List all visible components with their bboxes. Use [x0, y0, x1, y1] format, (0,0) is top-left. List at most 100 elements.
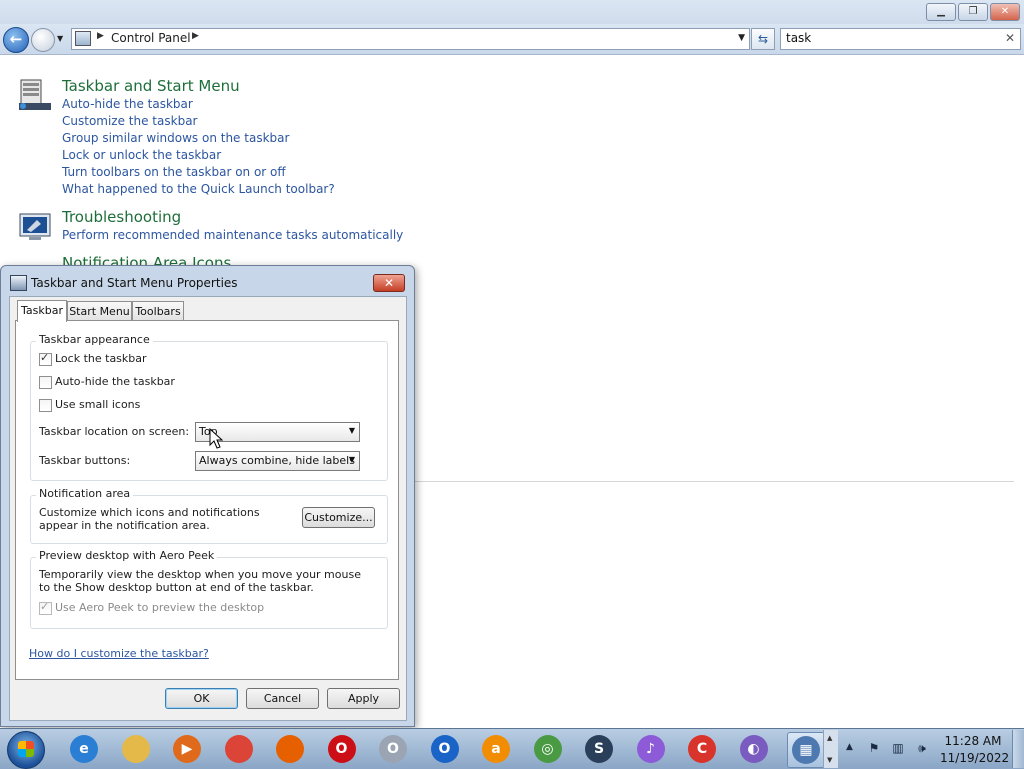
taskbar-app-torrent[interactable]: ◐: [736, 732, 772, 766]
scroll-down-icon[interactable]: ▼: [827, 756, 832, 764]
result-title-troubleshooting[interactable]: Troubleshooting: [62, 208, 181, 226]
auto-hide-label: Auto-hide the taskbar: [55, 375, 175, 388]
opera-icon: O: [327, 735, 356, 763]
chevron-down-icon: ▼: [348, 455, 355, 464]
divider: [414, 481, 1014, 482]
small-icons-checkbox[interactable]: [39, 399, 52, 412]
opera-gx-icon: O: [430, 735, 459, 763]
close-window-button[interactable]: ✕: [990, 3, 1020, 21]
link-toolbars[interactable]: Turn toolbars on the taskbar on or off: [62, 165, 286, 179]
link-auto-hide[interactable]: Auto-hide the taskbar: [62, 97, 193, 111]
firefox-icon: [276, 735, 304, 763]
volume-icon[interactable]: 🕪: [914, 741, 930, 755]
close-icon: ✕: [1000, 6, 1010, 17]
windows-explorer-icon: [121, 735, 150, 763]
taskbar-app-steam[interactable]: S: [581, 732, 617, 766]
ok-button[interactable]: OK: [165, 688, 238, 709]
action-center-icon[interactable]: ⚑: [866, 741, 882, 755]
customize-button[interactable]: Customize...: [302, 507, 375, 528]
globe-app-icon: ◎: [533, 735, 562, 763]
window-title-bar: [0, 0, 1024, 24]
taskbar-app-opera-neon[interactable]: O: [375, 732, 411, 766]
show-hidden-icons-button[interactable]: ▲: [846, 742, 853, 752]
cancel-button[interactable]: Cancel: [246, 688, 319, 709]
address-dropdown-icon[interactable]: ▼: [738, 33, 745, 43]
aero-peek-checkbox[interactable]: [39, 600, 52, 615]
troubleshooting-icon: [19, 213, 51, 240]
taskbar-properties-dialog: Taskbar and Start Menu Properties ✕ Task…: [0, 265, 415, 727]
address-bar[interactable]: ▶ Control Panel ▶ ▼: [71, 28, 750, 50]
buttons-label: Taskbar buttons:: [39, 454, 131, 467]
history-dropdown-icon[interactable]: ▼: [57, 34, 63, 43]
taskbar-app-media-player[interactable]: ▶: [169, 732, 205, 766]
taskbar-app-control-panel[interactable]: ▦: [787, 732, 825, 768]
taskbar-clock[interactable]: 11:28 AM 11/19/2022: [940, 733, 1010, 767]
help-link[interactable]: How do I customize the taskbar?: [29, 647, 209, 660]
group-label-appearance: Taskbar appearance: [36, 333, 153, 346]
dialog-close-button[interactable]: ✕: [373, 274, 405, 292]
internet-explorer-icon: e: [70, 735, 98, 763]
itunes-icon: ♪: [636, 735, 665, 763]
taskbar-app-firefox[interactable]: [272, 732, 308, 766]
refresh-button[interactable]: ⇆: [751, 28, 775, 50]
steam-icon: S: [585, 735, 613, 763]
breadcrumb-control-panel[interactable]: Control Panel: [111, 31, 191, 45]
taskbar-app-avast[interactable]: a: [478, 732, 514, 766]
show-desktop-button[interactable]: [1012, 730, 1024, 768]
breadcrumb-separator-icon[interactable]: ▶: [192, 31, 199, 41]
taskbar-app-opera[interactable]: O: [324, 732, 360, 766]
restore-icon: ❐: [968, 6, 978, 17]
aero-description: Temporarily view the desktop when you mo…: [39, 568, 361, 594]
chrome-icon: [224, 735, 253, 763]
lock-taskbar-label: Lock the taskbar: [55, 352, 147, 365]
ccleaner-icon: C: [688, 735, 716, 763]
avast-icon: a: [482, 735, 510, 763]
taskbar-icon: [19, 79, 51, 110]
clock-date: 11/19/2022: [940, 751, 1010, 765]
mouse-cursor-icon: [209, 428, 223, 449]
close-icon: ✕: [383, 276, 395, 290]
taskbar-app-windows-explorer[interactable]: [118, 732, 154, 766]
notification-description: Customize which icons and notifications …: [39, 506, 260, 532]
control-panel-icon: ▦: [792, 736, 820, 764]
tab-taskbar[interactable]: Taskbar: [17, 300, 67, 322]
link-customize[interactable]: Customize the taskbar: [62, 114, 197, 128]
taskbar-app-globe-app[interactable]: ◎: [530, 732, 566, 766]
location-label: Taskbar location on screen:: [39, 425, 190, 438]
taskbar-app-internet-explorer[interactable]: e: [66, 732, 102, 766]
taskbar-app-itunes[interactable]: ♪: [633, 732, 669, 766]
taskbar-scroll[interactable]: ▲ ▼: [823, 730, 838, 768]
result-title-taskbar[interactable]: Taskbar and Start Menu: [62, 77, 240, 95]
clear-search-icon[interactable]: ✕: [1005, 31, 1015, 45]
tab-start-menu[interactable]: Start Menu: [67, 301, 132, 321]
taskbar-app-ccleaner[interactable]: C: [684, 732, 720, 766]
buttons-select[interactable]: Always combine, hide labels ▼: [195, 451, 360, 471]
link-lock-unlock[interactable]: Lock or unlock the taskbar: [62, 148, 221, 162]
apply-button[interactable]: Apply: [327, 688, 400, 709]
minimize-button[interactable]: ▁: [926, 3, 956, 21]
link-maintenance[interactable]: Perform recommended maintenance tasks au…: [62, 228, 403, 242]
auto-hide-checkbox[interactable]: [39, 376, 52, 389]
minimize-icon: ▁: [937, 6, 945, 17]
search-input[interactable]: [786, 30, 996, 46]
aero-peek-label: Use Aero Peek to preview the desktop: [55, 601, 265, 614]
taskbar-app-chrome[interactable]: [221, 732, 257, 766]
media-player-icon: ▶: [173, 735, 201, 763]
scroll-up-icon[interactable]: ▲: [827, 734, 832, 742]
lock-taskbar-checkbox[interactable]: [39, 351, 52, 366]
search-box[interactable]: ✕: [780, 28, 1021, 50]
small-icons-label: Use small icons: [55, 398, 141, 411]
dialog-title: Taskbar and Start Menu Properties: [31, 276, 238, 290]
start-button[interactable]: [7, 731, 45, 769]
network-icon[interactable]: ▥: [890, 741, 906, 755]
restore-button[interactable]: ❐: [958, 3, 988, 21]
breadcrumb-separator-icon[interactable]: ▶: [97, 31, 104, 41]
taskbar-app-opera-gx[interactable]: O: [427, 732, 463, 766]
link-quick-launch[interactable]: What happened to the Quick Launch toolba…: [62, 182, 335, 196]
back-button[interactable]: ←: [3, 27, 29, 53]
tab-toolbars[interactable]: Toolbars: [132, 301, 184, 321]
tab-panel: Taskbar appearance Lock the taskbar Auto…: [15, 320, 399, 680]
buttons-value: Always combine, hide labels: [199, 454, 355, 467]
link-group-windows[interactable]: Group similar windows on the taskbar: [62, 131, 289, 145]
forward-button[interactable]: [31, 28, 55, 52]
